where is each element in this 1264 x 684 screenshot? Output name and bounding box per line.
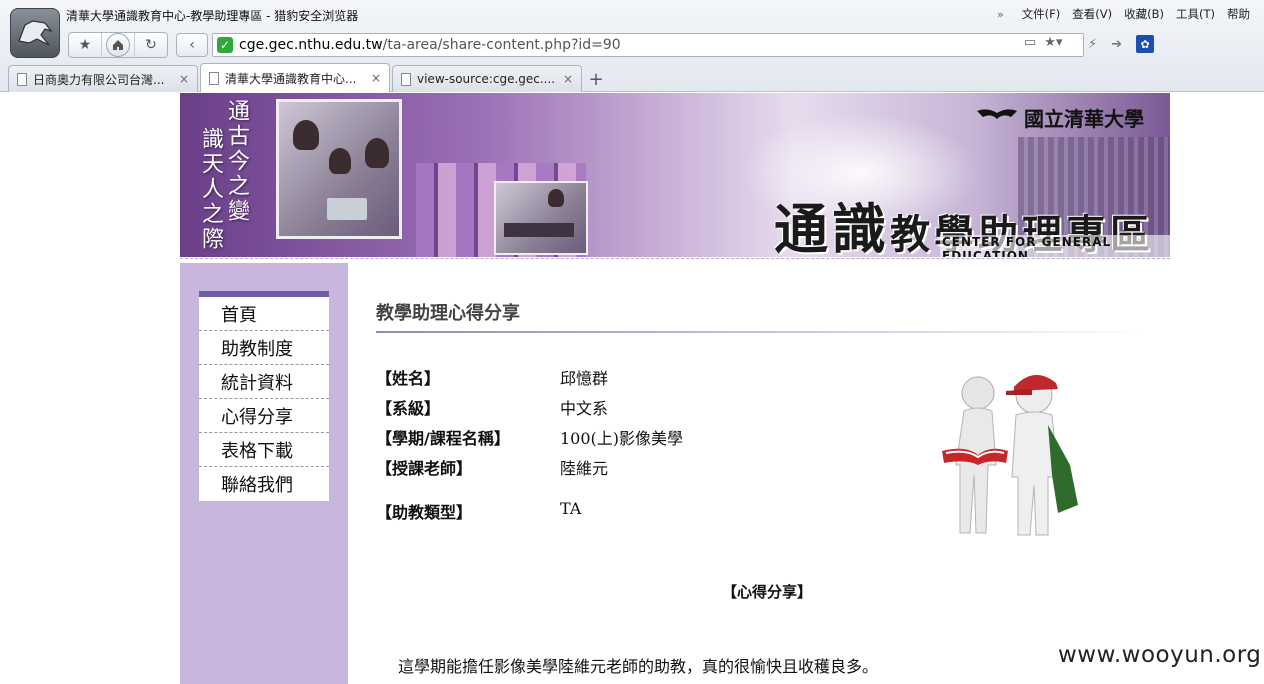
title-underline (376, 331, 1146, 333)
close-icon[interactable]: × (179, 72, 189, 86)
banner-photo-exhibit (494, 181, 588, 255)
banner-photo-students (276, 99, 402, 239)
tab-label: view-source:cge.gec.... (417, 72, 556, 86)
university-name: 國立清華大學 (1024, 107, 1144, 131)
toolbar-right: ⚡ ➔ ✿ (1088, 35, 1155, 53)
site-banner: 識天人之際 通古今之變 國立清華大學 通識教學助理專區 CENTER FOR G… (180, 93, 1170, 257)
tab-label: 清華大學通識教育中心... (225, 71, 357, 86)
nav-item-home[interactable]: 首頁 (199, 297, 329, 331)
home-icon (106, 33, 130, 57)
menu-favorites[interactable]: 收藏(B) (1124, 6, 1164, 22)
ta-figures-illustration (942, 374, 1078, 536)
info-row-course: 【學期/課程名稱】 100(上)影像美學 (376, 425, 796, 451)
menu-tools[interactable]: 工具(T) (1176, 6, 1215, 22)
info-label: 【助教類型】 (376, 503, 473, 522)
menu-view[interactable]: 查看(V) (1072, 6, 1112, 22)
favorite-star-button[interactable]: ★ (69, 33, 102, 57)
tab-label: 日商奧力有限公司台灣... (33, 72, 165, 87)
motto-col-1: 通古今之變 (224, 99, 249, 224)
reload-icon: ↻ (145, 37, 157, 53)
watermark: www.wooyun.org (1058, 642, 1262, 668)
chevron-left-icon: ‹ (189, 37, 195, 53)
cheetah-icon (18, 20, 53, 46)
url-path: /ta-area/share-content.php?id=90 (382, 37, 621, 53)
nav-item-forms[interactable]: 表格下載 (199, 433, 329, 467)
secure-check-icon: ✓ (217, 37, 233, 53)
tab-2[interactable]: 清華大學通識教育中心... × (200, 63, 390, 92)
info-row-name: 【姓名】 邱憶群 (376, 365, 796, 391)
forward-arrow-icon[interactable]: ➔ (1111, 37, 1122, 52)
close-icon[interactable]: × (371, 71, 381, 85)
share-heading: 【心得分享】 (722, 583, 813, 601)
back-button[interactable]: ‹ (176, 33, 208, 57)
info-value: 中文系 (560, 399, 609, 418)
browser-logo-icon[interactable] (10, 8, 60, 58)
info-value: 陸維元 (560, 459, 609, 478)
url-host: cge.gec.nthu.edu.tw (239, 37, 383, 53)
info-label: 【姓名】 (376, 369, 441, 388)
nav-item-statistics[interactable]: 統計資料 (199, 365, 329, 399)
share-paragraph: 這學期能擔任影像美學陸維元老師的助教，真的很愉快且收穫良多。 (398, 657, 879, 676)
reload-button[interactable]: ↻ (135, 33, 167, 57)
web-page: 識天人之際 通古今之變 國立清華大學 通識教學助理專區 CENTER FOR G… (0, 93, 1264, 684)
nav-item-sharing[interactable]: 心得分享 (199, 399, 329, 433)
document-icon (401, 72, 411, 86)
section-title-en: CENTER FOR GENERAL EDUCATION (940, 235, 1170, 257)
address-bar-icons: ▭ ★▾ (1024, 35, 1062, 50)
window-title: 清華大學通識教育中心-教學助理專區 - 猎豹安全浏览器 (66, 9, 359, 23)
menu-overflow-icon[interactable]: » (997, 8, 1004, 21)
document-icon (209, 71, 219, 85)
url-text[interactable]: cge.gec.nthu.edu.tw/ta-area/share-conten… (239, 37, 621, 53)
block-icon[interactable]: ▭ (1024, 35, 1036, 50)
home-button[interactable] (102, 33, 135, 57)
nav-item-ta-system[interactable]: 助教制度 (199, 331, 329, 365)
info-label: 【學期/課程名稱】 (376, 429, 510, 448)
browser-chrome: 清華大學通識教育中心-教學助理專區 - 猎豹安全浏览器 » 文件(F) 查看(V… (0, 0, 1264, 92)
address-bar[interactable]: ✓ cge.gec.nthu.edu.tw/ta-area/share-cont… (212, 33, 1084, 57)
info-row-dept: 【系級】 中文系 (376, 395, 796, 421)
bookmark-star-icon[interactable]: ★▾ (1044, 35, 1062, 50)
paw-icon[interactable]: ✿ (1136, 35, 1155, 53)
page-title: 教學助理心得分享 (376, 303, 520, 324)
new-tab-button[interactable]: + (584, 66, 608, 92)
star-icon: ★ (78, 37, 92, 53)
nav-button-group: ★ ↻ (68, 32, 168, 58)
university-emblem-icon (977, 109, 1017, 119)
tab-1[interactable]: 日商奧力有限公司台灣... × (8, 65, 198, 92)
info-value: TA (560, 499, 582, 518)
info-label: 【系級】 (376, 399, 441, 418)
close-icon[interactable]: × (563, 72, 573, 86)
info-row-ta-type: 【助教類型】 TA (376, 499, 796, 525)
tab-strip: 日商奧力有限公司台灣... × 清華大學通識教育中心... × view-sou… (8, 63, 608, 92)
document-icon (17, 72, 27, 86)
menu-bar: » 文件(F) 查看(V) 收藏(B) 工具(T) 帮助 (997, 6, 1250, 22)
sidebar-nav: 首頁 助教制度 統計資料 心得分享 表格下載 聯絡我們 (199, 291, 329, 501)
info-row-teacher: 【授課老師】 陸維元 (376, 455, 796, 481)
tab-3[interactable]: view-source:cge.gec.... × (392, 65, 582, 92)
lightning-icon[interactable]: ⚡ (1088, 37, 1097, 52)
info-value: 100(上)影像美學 (560, 429, 684, 448)
banner-divider (180, 258, 1170, 259)
nav-item-contact[interactable]: 聯絡我們 (199, 467, 329, 501)
menu-help[interactable]: 帮助 (1227, 6, 1250, 22)
main-content: 教學助理心得分享 【姓名】 邱憶群 【系級】 中文系 【學期/課程名稱】 100… (376, 299, 1146, 676)
menu-file[interactable]: 文件(F) (1022, 6, 1061, 22)
info-value: 邱憶群 (560, 369, 609, 388)
info-label: 【授課老師】 (376, 459, 473, 478)
